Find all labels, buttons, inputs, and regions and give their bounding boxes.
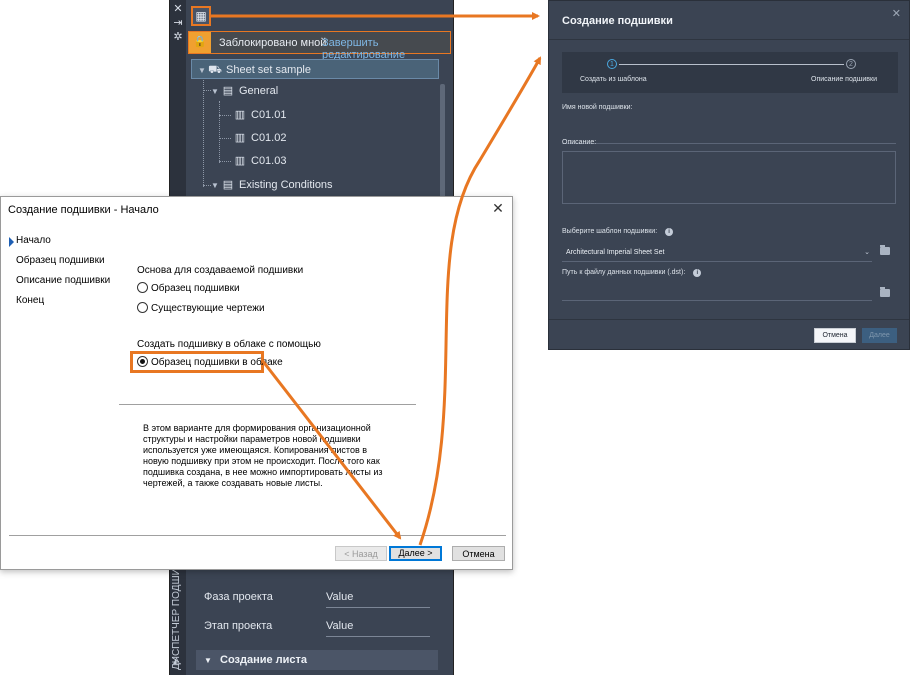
sheet-icon: ▥ bbox=[234, 132, 246, 144]
wizard-step-confirm[interactable]: Конец bbox=[16, 295, 44, 306]
name-label: Имя новой подшивки: bbox=[562, 104, 633, 111]
template-select-value: Architectural Imperial Sheet Set bbox=[566, 249, 665, 256]
sheet-icon: ▥ bbox=[234, 109, 246, 121]
locked-status-bar: 🔒 Заблокировано мной Завершить редактиро… bbox=[188, 31, 451, 61]
sheet-tree: ▼ ⛟ Sheet set sample ▼ ▤ General ▥ C01.01 ▥ C0… bbox=[191, 57, 439, 197]
expand-caret-icon[interactable]: ▼ bbox=[198, 61, 208, 81]
property-value-field[interactable]: Value bbox=[326, 591, 430, 608]
property-row-stage: Этап проекта Value bbox=[204, 616, 447, 640]
create-sheet-set-wizard: Создание подшивки - Начало ✕ Начало Обра… bbox=[0, 196, 513, 570]
tree-item-sheet[interactable]: ▥ C01.02 bbox=[233, 128, 287, 148]
lock-icon: 🔒 bbox=[189, 32, 211, 53]
palette-close-icon[interactable]: ✕ bbox=[172, 3, 184, 15]
create-sheet-set-dialog-modern: Создание подшивки ✕ 1 2 Создать из шабло… bbox=[548, 0, 910, 350]
section-header-sheet-creation[interactable]: ▼ Создание листа bbox=[196, 650, 438, 670]
expand-caret-icon[interactable]: ▼ bbox=[211, 176, 221, 196]
tree-item-sheet[interactable]: ▥ C01.01 bbox=[233, 105, 287, 125]
tree-item-subset-existing[interactable]: ▼ ▤ Existing Conditions bbox=[211, 175, 333, 195]
path-label-text: Путь к файлу данных подшивки (.dst): bbox=[562, 269, 686, 276]
current-step-marker-icon bbox=[9, 237, 14, 247]
tree-item-label: C01.03 bbox=[251, 155, 287, 167]
step-1-indicator: 1 bbox=[607, 59, 617, 69]
radio-sample-sheet-set[interactable]: Образец подшивки bbox=[137, 282, 240, 299]
radio-button[interactable] bbox=[137, 282, 148, 293]
wizard-step-begin[interactable]: Начало bbox=[16, 235, 51, 246]
sheet-set-icon: ⛟ bbox=[208, 64, 222, 76]
stepper-line bbox=[619, 64, 844, 65]
expand-caret-icon[interactable]: ▼ bbox=[211, 82, 221, 102]
sheet-set-control-icon[interactable]: ▦ bbox=[191, 6, 211, 26]
divider bbox=[549, 39, 909, 40]
palette-vertical-title: ДИСПЕТЧЕР ПОДШИВОК bbox=[171, 560, 182, 670]
dialog-title: Создание подшивки - Начало bbox=[8, 204, 159, 216]
tree-item-label: C01.01 bbox=[251, 109, 287, 121]
property-row-phase: Фаза проекта Value bbox=[204, 587, 447, 611]
info-icon[interactable]: i bbox=[693, 269, 702, 277]
close-icon[interactable]: ✕ bbox=[892, 7, 901, 20]
option-description: В этом варианте для формирования организ… bbox=[143, 423, 383, 488]
next-button[interactable]: Далее > bbox=[389, 546, 442, 561]
browse-path-folder-icon[interactable] bbox=[880, 287, 890, 297]
radio-label: Существующие чертежи bbox=[151, 303, 265, 315]
step-2-label: Описание подшивки bbox=[811, 76, 877, 83]
chevron-down-icon: ⌄ bbox=[864, 249, 870, 256]
tree-item-label: Sheet set sample bbox=[226, 64, 311, 76]
palette-autohide-icon[interactable]: ⇥ bbox=[172, 17, 184, 29]
cloud-heading: Создать подшивку в облаке с помощью bbox=[137, 339, 321, 350]
divider bbox=[119, 404, 416, 405]
palette-properties-icon[interactable]: ✲ bbox=[172, 31, 184, 43]
footer-divider bbox=[9, 535, 506, 536]
info-icon[interactable]: i bbox=[665, 228, 674, 236]
wizard-step-details[interactable]: Описание подшивки bbox=[16, 275, 110, 286]
expand-caret-icon[interactable]: ▼ bbox=[196, 651, 220, 671]
path-label: Путь к файлу данных подшивки (.dst): i bbox=[562, 269, 702, 277]
cancel-button[interactable]: Отмена bbox=[814, 328, 856, 343]
sheet-icon: ▥ bbox=[234, 155, 246, 167]
section-title: Создание листа bbox=[220, 654, 308, 666]
properties-panel: Фаза проекта Value Этап проекта Value ▼ С… bbox=[187, 570, 451, 675]
subset-icon: ▤ bbox=[222, 179, 234, 191]
step-2-indicator: 2 bbox=[846, 59, 856, 69]
locked-status-text: Заблокировано мной bbox=[219, 37, 327, 49]
property-value-field[interactable]: Value bbox=[326, 620, 430, 637]
cancel-button[interactable]: Отмена bbox=[452, 546, 505, 561]
tree-item-label: Existing Conditions bbox=[239, 179, 333, 191]
property-label: Этап проекта bbox=[204, 620, 273, 632]
template-label: Выберите шаблон подшивки: i bbox=[562, 228, 674, 236]
property-label: Фаза проекта bbox=[204, 591, 273, 603]
tree-item-label: C01.02 bbox=[251, 132, 287, 144]
next-button[interactable]: Далее bbox=[862, 328, 897, 343]
radio-label: Образец подшивки в облаке bbox=[151, 357, 283, 369]
radio-label: Образец подшивки bbox=[151, 283, 240, 295]
radio-button[interactable] bbox=[137, 302, 148, 313]
radio-cloud-sample[interactable]: Образец подшивки в облаке bbox=[137, 356, 283, 373]
palette-toolbar: ▦ bbox=[187, 0, 451, 30]
palette-logo-icon: ◭ bbox=[173, 655, 180, 665]
name-input[interactable] bbox=[562, 129, 896, 144]
browse-template-folder-icon[interactable] bbox=[880, 245, 890, 255]
tree-item-sheet-set-root[interactable]: ▼ ⛟ Sheet set sample bbox=[191, 59, 439, 79]
tree-item-label: General bbox=[239, 85, 279, 97]
radio-existing-drawings[interactable]: Существующие чертежи bbox=[137, 302, 265, 319]
radio-button[interactable] bbox=[137, 356, 148, 367]
tree-item-sheet[interactable]: ▥ C01.03 bbox=[233, 151, 287, 171]
step-1-label: Создать из шаблона bbox=[580, 76, 647, 83]
basis-heading: Основа для создаваемой подшивки bbox=[137, 265, 304, 276]
tree-scrollbar[interactable] bbox=[440, 84, 445, 204]
path-input[interactable] bbox=[562, 300, 872, 301]
description-label: Описание: bbox=[562, 139, 597, 146]
back-button[interactable]: < Назад bbox=[335, 546, 387, 561]
close-icon[interactable]: ✕ bbox=[490, 200, 506, 216]
description-textarea[interactable] bbox=[562, 151, 896, 204]
footer-divider bbox=[549, 319, 909, 320]
wizard-step-sample[interactable]: Образец подшивки bbox=[16, 255, 105, 266]
subset-icon: ▤ bbox=[222, 85, 234, 97]
tree-item-subset-general[interactable]: ▼ ▤ General bbox=[211, 81, 278, 101]
template-select[interactable]: Architectural Imperial Sheet Set ⌄ bbox=[562, 245, 872, 262]
dialog-title: Создание подшивки bbox=[562, 15, 673, 27]
stepper: 1 2 Создать из шаблона Описание подшивки bbox=[562, 52, 898, 93]
template-label-text: Выберите шаблон подшивки: bbox=[562, 228, 658, 235]
